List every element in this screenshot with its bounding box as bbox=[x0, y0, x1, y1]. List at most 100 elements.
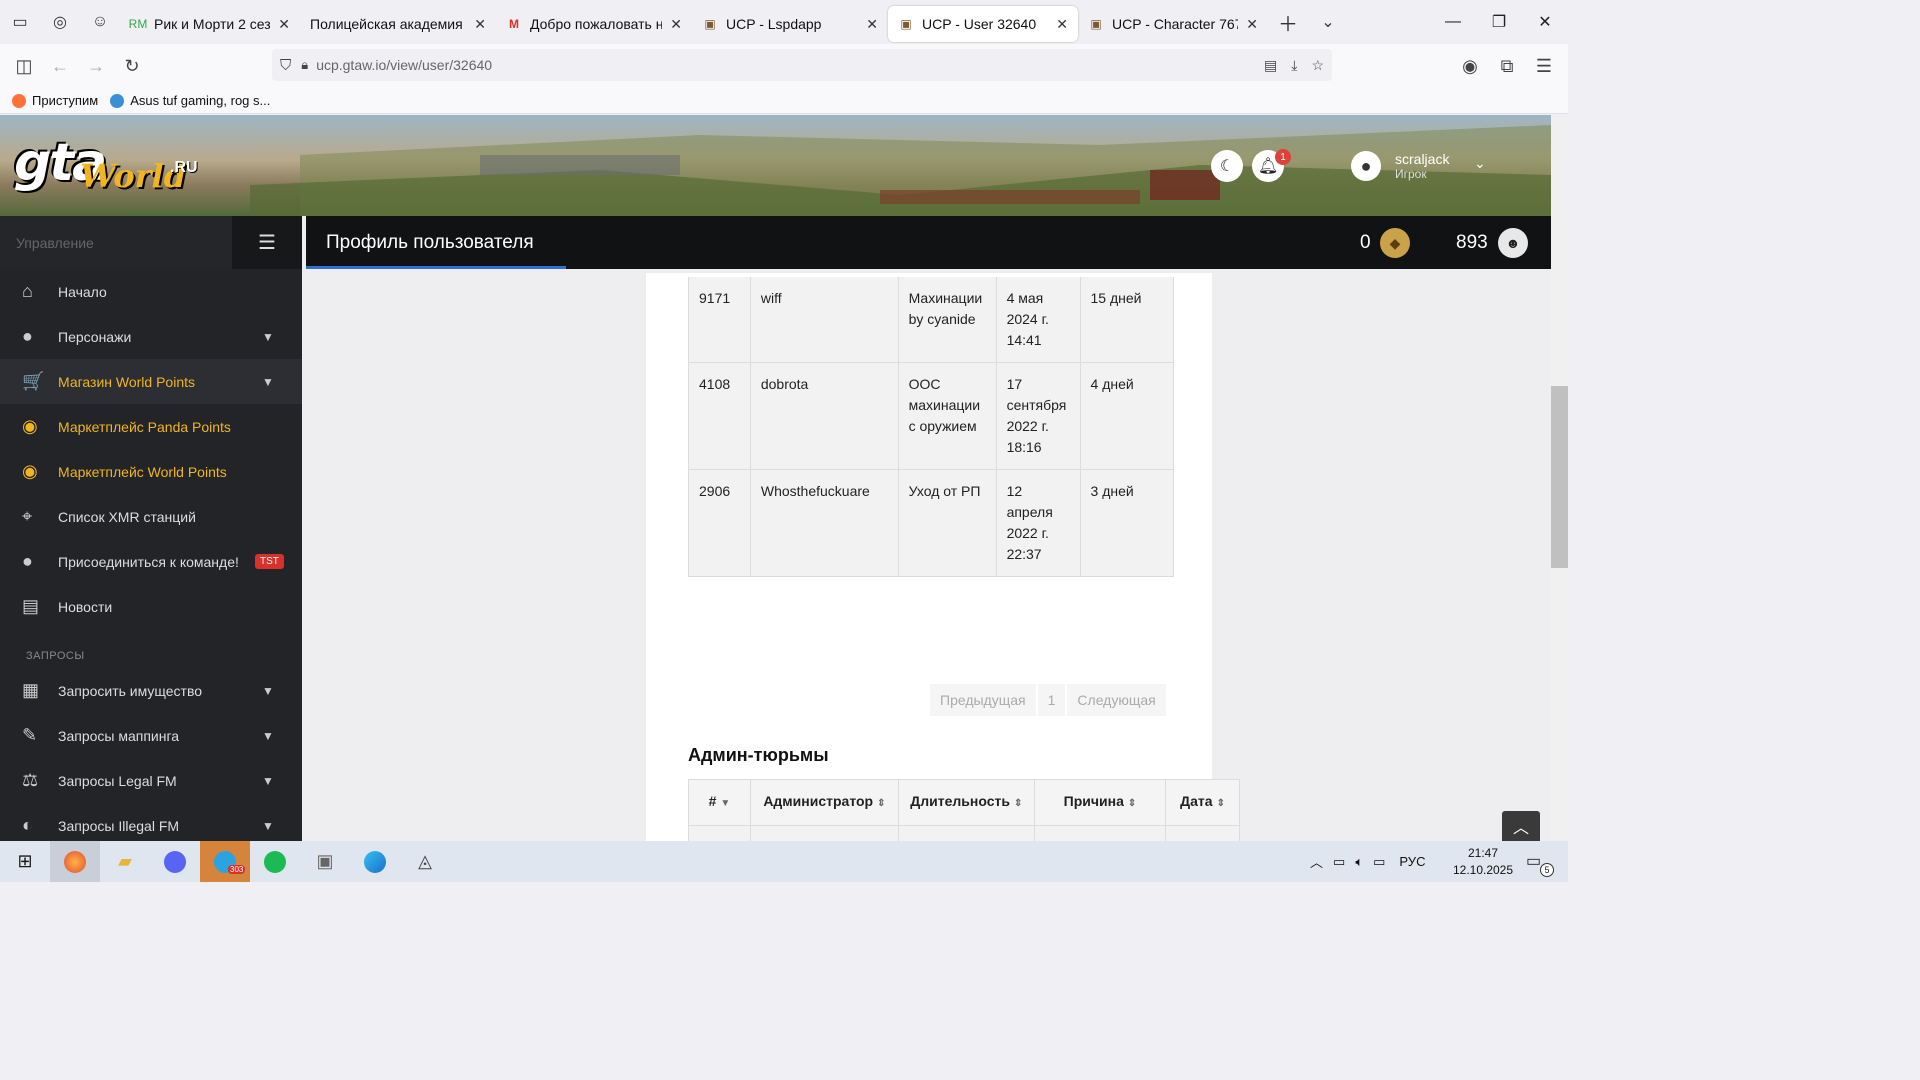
battery-icon[interactable]: ▭ bbox=[1333, 854, 1345, 870]
tab-ucp-user[interactable]: ▣ UCP - User 32640 ✕ bbox=[888, 6, 1078, 42]
tab-overview-icon[interactable]: ▭ bbox=[0, 0, 40, 44]
sidebar-item-legal-fm[interactable]: ⚖ Запросы Legal FM ▼ bbox=[0, 758, 302, 803]
avatar[interactable]: ● bbox=[1351, 151, 1381, 181]
sidebar: Управление ☰ ⌂ Начало ● Персонажи ▼ 🛒 Ма… bbox=[0, 216, 302, 841]
notification-center-icon[interactable]: ▭ bbox=[1526, 851, 1541, 871]
close-icon[interactable]: ✕ bbox=[670, 16, 682, 33]
volume-icon[interactable]: 🔈︎ bbox=[1355, 854, 1363, 870]
sidebar-item-wp-marketplace[interactable]: ◉ Маркетплейс World Points bbox=[0, 449, 302, 494]
chevron-down-icon[interactable]: ▼ bbox=[262, 774, 274, 788]
username[interactable]: scraljack bbox=[1395, 151, 1449, 167]
tab-ucp-character[interactable]: ▣ UCP - Character 76779 ✕ bbox=[1078, 6, 1268, 42]
close-icon[interactable]: ✕ bbox=[1056, 16, 1068, 33]
tab-favicon: RM bbox=[128, 17, 148, 31]
discord-icon[interactable] bbox=[150, 841, 200, 882]
dark-mode-toggle-icon[interactable]: ☾ bbox=[1211, 150, 1243, 182]
sidebar-item-illegal-fm[interactable]: ◐ Запросы Illegal FM ▼ bbox=[0, 803, 302, 841]
sort-icon: ⇕ bbox=[1127, 798, 1137, 809]
chevron-down-icon[interactable]: ▼ bbox=[262, 330, 274, 344]
reader-view-icon[interactable]: ▤ bbox=[1264, 57, 1277, 74]
telegram-badge: 303 bbox=[228, 865, 246, 874]
windows-start-icon[interactable]: ⊞ bbox=[0, 841, 50, 882]
tray-chevron-icon[interactable]: ︿ bbox=[1310, 852, 1323, 871]
tab-ucp-lspdapp[interactable]: ▣ UCP - Lspdapp ✕ bbox=[692, 6, 888, 42]
account-icon[interactable]: ◉ bbox=[1452, 48, 1488, 84]
table-row: 2906 Whosthefuckuare Уход от РП 12 апрел… bbox=[688, 469, 1175, 577]
chevron-down-icon[interactable]: ▼ bbox=[262, 819, 274, 833]
restore-icon[interactable]: ❐ bbox=[1476, 0, 1522, 44]
pager-next-button[interactable]: Следующая bbox=[1067, 684, 1166, 716]
url-bar[interactable]: ⛉ 🔒︎ ucp.gtaw.io/view/user/32640 ▤ ⤓ ☆ bbox=[272, 49, 1332, 81]
pager-prev-button[interactable]: Предыдущая bbox=[930, 684, 1036, 716]
sidebar-item-wp-shop[interactable]: 🛒 Магазин World Points ▼ bbox=[0, 359, 302, 404]
app-launcher-icon[interactable]: ◬ bbox=[400, 841, 450, 882]
close-icon[interactable]: ✕ bbox=[1246, 16, 1258, 33]
scroll-to-top-button[interactable]: ︿ bbox=[1502, 811, 1540, 841]
bookmark-star-icon[interactable]: ☆ bbox=[1311, 57, 1324, 74]
telegram-icon[interactable]: 303 bbox=[200, 841, 250, 882]
save-page-icon[interactable]: ⤓ bbox=[1291, 57, 1297, 74]
firefox-taskbar-icon[interactable] bbox=[50, 841, 100, 882]
column-header-admin[interactable]: Администратор ⇕ bbox=[749, 779, 899, 826]
window-close-icon[interactable]: ✕ bbox=[1522, 0, 1568, 44]
bookmark-item[interactable]: Asus tuf gaming, rog s... bbox=[110, 93, 270, 108]
page-title: Профиль пользователя bbox=[326, 232, 534, 253]
url-text[interactable]: ucp.gtaw.io/view/user/32640 bbox=[316, 57, 492, 73]
tab-police-academy[interactable]: Полицейская академия - Los Santos ✕ bbox=[300, 6, 496, 42]
close-icon[interactable]: ✕ bbox=[474, 16, 486, 33]
column-header-reason[interactable]: Причина ⇕ bbox=[1033, 779, 1167, 826]
sidebar-item-mapping-requests[interactable]: ✎ Запросы маппинга ▼ bbox=[0, 713, 302, 758]
language-indicator[interactable]: РУС bbox=[1399, 854, 1425, 869]
spotify-icon[interactable] bbox=[250, 841, 300, 882]
sidebar-item-home[interactable]: ⌂ Начало bbox=[0, 269, 302, 314]
tab-gmail[interactable]: M Добро пожаловать на канал ✕ bbox=[496, 6, 692, 42]
back-icon[interactable]: ← bbox=[42, 48, 78, 84]
chevron-down-icon[interactable]: ▼ bbox=[262, 729, 274, 743]
sidebar-item-news[interactable]: ▤ Новости bbox=[0, 584, 302, 629]
globe-icon[interactable]: ◎ bbox=[40, 0, 80, 44]
file-explorer-icon[interactable]: ▰ bbox=[100, 841, 150, 882]
sidebar-section-title: ЗАПРОСЫ bbox=[26, 650, 85, 662]
chevron-down-icon[interactable]: ▼ bbox=[262, 375, 274, 389]
tab-rick-morty[interactable]: RM Рик и Морти 2 сезон 4 серия ✕ bbox=[120, 6, 300, 42]
table-cell: 17 сентября 2022 г. 18:16 bbox=[995, 362, 1081, 470]
table-cell: 4108 bbox=[688, 362, 751, 470]
column-header-duration[interactable]: Длительность ⇕ bbox=[897, 779, 1035, 826]
sidebar-item-panda-marketplace[interactable]: ◉ Маркетплейс Panda Points bbox=[0, 404, 302, 449]
minimize-icon[interactable]: — bbox=[1430, 0, 1476, 44]
menu-icon[interactable]: ☰ bbox=[1526, 48, 1562, 84]
pager-page-1[interactable]: 1 bbox=[1037, 684, 1066, 716]
sidebar-item-join-team[interactable]: ● Присоединиться к команде! TST bbox=[0, 539, 302, 584]
chevron-down-icon[interactable]: ▼ bbox=[262, 684, 274, 698]
extensions-icon[interactable]: ⧉ bbox=[1489, 48, 1525, 84]
app-window-icon[interactable]: ▣ bbox=[300, 841, 350, 882]
user-role: Игрок bbox=[1395, 167, 1427, 181]
reload-icon[interactable]: ↻ bbox=[114, 48, 150, 84]
bookmark-item[interactable]: Приступим bbox=[12, 93, 98, 108]
user-menu-chevron-icon[interactable]: ⌄ bbox=[1474, 155, 1486, 172]
forward-icon[interactable]: → bbox=[78, 48, 114, 84]
hamburger-icon[interactable]: ☰ bbox=[232, 216, 302, 269]
network-icon[interactable]: ▭ bbox=[1373, 854, 1385, 870]
table-cell: 3 мая 2023 г. 15:53 bbox=[1165, 825, 1240, 841]
column-header-date[interactable]: Дата ⇕ bbox=[1165, 779, 1240, 826]
tab-bar: ▭ ◎ ☺ RM Рик и Морти 2 сезон 4 серия ✕ П… bbox=[0, 0, 1568, 44]
tab-list-chevron-icon[interactable]: ⌄ bbox=[1308, 0, 1348, 44]
sidebar-item-property-request[interactable]: ▦ Запросить имущество ▼ bbox=[0, 668, 302, 713]
sidebar-toggle-icon[interactable]: ◫ bbox=[6, 48, 42, 84]
shield-icon[interactable]: ⛉ bbox=[280, 57, 291, 74]
sidebar-item-characters[interactable]: ● Персонажи ▼ bbox=[0, 314, 302, 359]
sidebar-item-label: Присоединиться к команде! bbox=[58, 553, 239, 570]
close-icon[interactable]: ✕ bbox=[278, 16, 290, 33]
lock-icon[interactable]: 🔒︎ bbox=[301, 57, 308, 73]
edge-icon[interactable] bbox=[350, 841, 400, 882]
close-icon[interactable]: ✕ bbox=[866, 16, 878, 33]
coins-icon: ◉ bbox=[22, 416, 38, 436]
column-header-id[interactable]: # ▼ bbox=[688, 779, 751, 826]
table-cell: ООС махинации с оружием bbox=[897, 362, 997, 470]
clock[interactable]: 21:47 12.10.2025 bbox=[1448, 845, 1518, 879]
pinned-tab-icon[interactable]: ☺ bbox=[80, 0, 120, 44]
new-tab-icon[interactable]: ＋ bbox=[1268, 0, 1308, 44]
scrollbar-thumb[interactable] bbox=[1551, 386, 1568, 568]
sidebar-item-xmr-stations[interactable]: ⌖ Список XMR станций bbox=[0, 494, 302, 539]
